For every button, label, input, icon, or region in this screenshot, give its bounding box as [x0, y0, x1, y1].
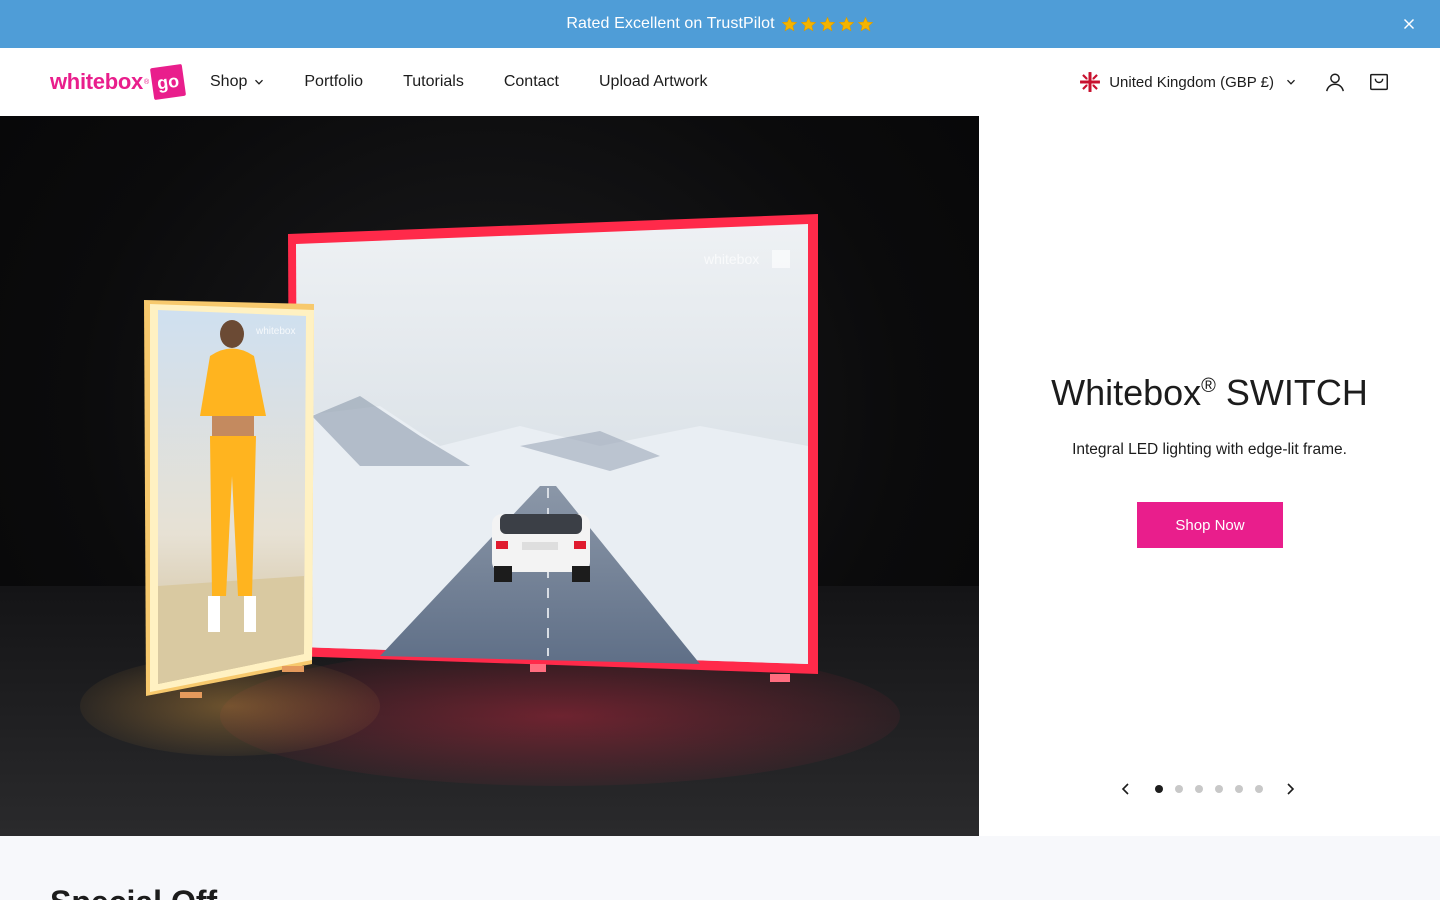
special-offers-section: Special Off — [0, 836, 1440, 900]
chevron-down-icon — [255, 79, 264, 85]
announcement-bar: Rated Excellent on TrustPilot — [0, 0, 1440, 48]
hero-title-registered-mark: ® — [1201, 375, 1216, 397]
hero-slideshow: whitebox whitebox Whitebox® SWITCH Integ… — [0, 116, 1440, 836]
announcement-text[interactable]: Rated Excellent on TrustPilot — [566, 15, 774, 33]
nav-item-label: Portfolio — [304, 73, 364, 90]
hero-title: Whitebox® SWITCH — [979, 372, 1440, 414]
slide-dot-3[interactable] — [1195, 785, 1203, 793]
slide-dot-5[interactable] — [1235, 785, 1243, 793]
site-logo[interactable]: whitebox ® go — [50, 63, 187, 101]
hero-product-illustration: whitebox whitebox — [0, 214, 979, 836]
nav-item-label: Shop — [210, 73, 248, 90]
hero-title-brand: Whitebox — [1051, 372, 1202, 413]
shop-now-button[interactable]: Shop Now — [1137, 502, 1283, 548]
chevron-down-icon — [1287, 79, 1295, 85]
hero-subtitle: Integral LED lighting with edge-lit fram… — [1072, 441, 1347, 458]
logo-go-badge: go — [150, 63, 187, 101]
chevron-right-icon[interactable] — [1283, 782, 1297, 796]
nav-item-tutorials[interactable]: Tutorials — [403, 73, 464, 91]
close-icon[interactable] — [1400, 15, 1418, 33]
hero-image: whitebox whitebox — [0, 116, 979, 836]
chevron-left-icon[interactable] — [1119, 782, 1133, 796]
nav-item-label: Tutorials — [403, 73, 464, 90]
section-title: Special Off — [50, 884, 217, 900]
hero-slide-content: Whitebox® SWITCH Integral LED lighting w… — [979, 116, 1440, 836]
rating-stars — [781, 16, 874, 33]
locale-label: United Kingdom (GBP £) — [1109, 73, 1274, 91]
hero-watermark-large: whitebox — [703, 251, 759, 267]
slide-dot-6[interactable] — [1255, 785, 1263, 793]
account-icon[interactable] — [1324, 71, 1346, 93]
star-icon — [800, 16, 816, 31]
locale-selector[interactable]: United Kingdom (GBP £) — [1080, 72, 1296, 92]
uk-flag-icon — [1080, 72, 1101, 92]
hero-title-product: SWITCH — [1215, 372, 1368, 413]
cart-icon[interactable] — [1368, 71, 1390, 93]
star-icon — [857, 16, 873, 31]
slide-dot-2[interactable] — [1175, 785, 1183, 793]
hero-watermark-small: whitebox — [255, 326, 295, 337]
slide-dot-4[interactable] — [1215, 785, 1223, 793]
slideshow-dots — [1149, 785, 1269, 793]
nav-item-label: Contact — [503, 73, 559, 90]
slideshow-controls — [1119, 778, 1297, 800]
site-header: whitebox ® go Shop Portfolio Tutorials C… — [0, 48, 1440, 116]
star-icon — [819, 16, 835, 31]
nav-item-contact[interactable]: Contact — [504, 73, 559, 91]
main-nav: Shop Portfolio Tutorials Contact Upload … — [210, 48, 747, 116]
header-actions: United Kingdom (GBP £) — [1080, 48, 1390, 116]
nav-item-upload-artwork[interactable]: Upload Artwork — [599, 73, 708, 91]
logo-registered-mark: ® — [143, 78, 150, 86]
star-icon — [838, 16, 854, 31]
star-icon — [781, 16, 797, 31]
nav-item-shop[interactable]: Shop — [210, 73, 264, 91]
logo-wordmark: whitebox — [50, 69, 143, 94]
nav-item-label: Upload Artwork — [598, 73, 708, 90]
nav-item-portfolio[interactable]: Portfolio — [304, 73, 363, 91]
slide-dot-1[interactable] — [1155, 785, 1163, 793]
